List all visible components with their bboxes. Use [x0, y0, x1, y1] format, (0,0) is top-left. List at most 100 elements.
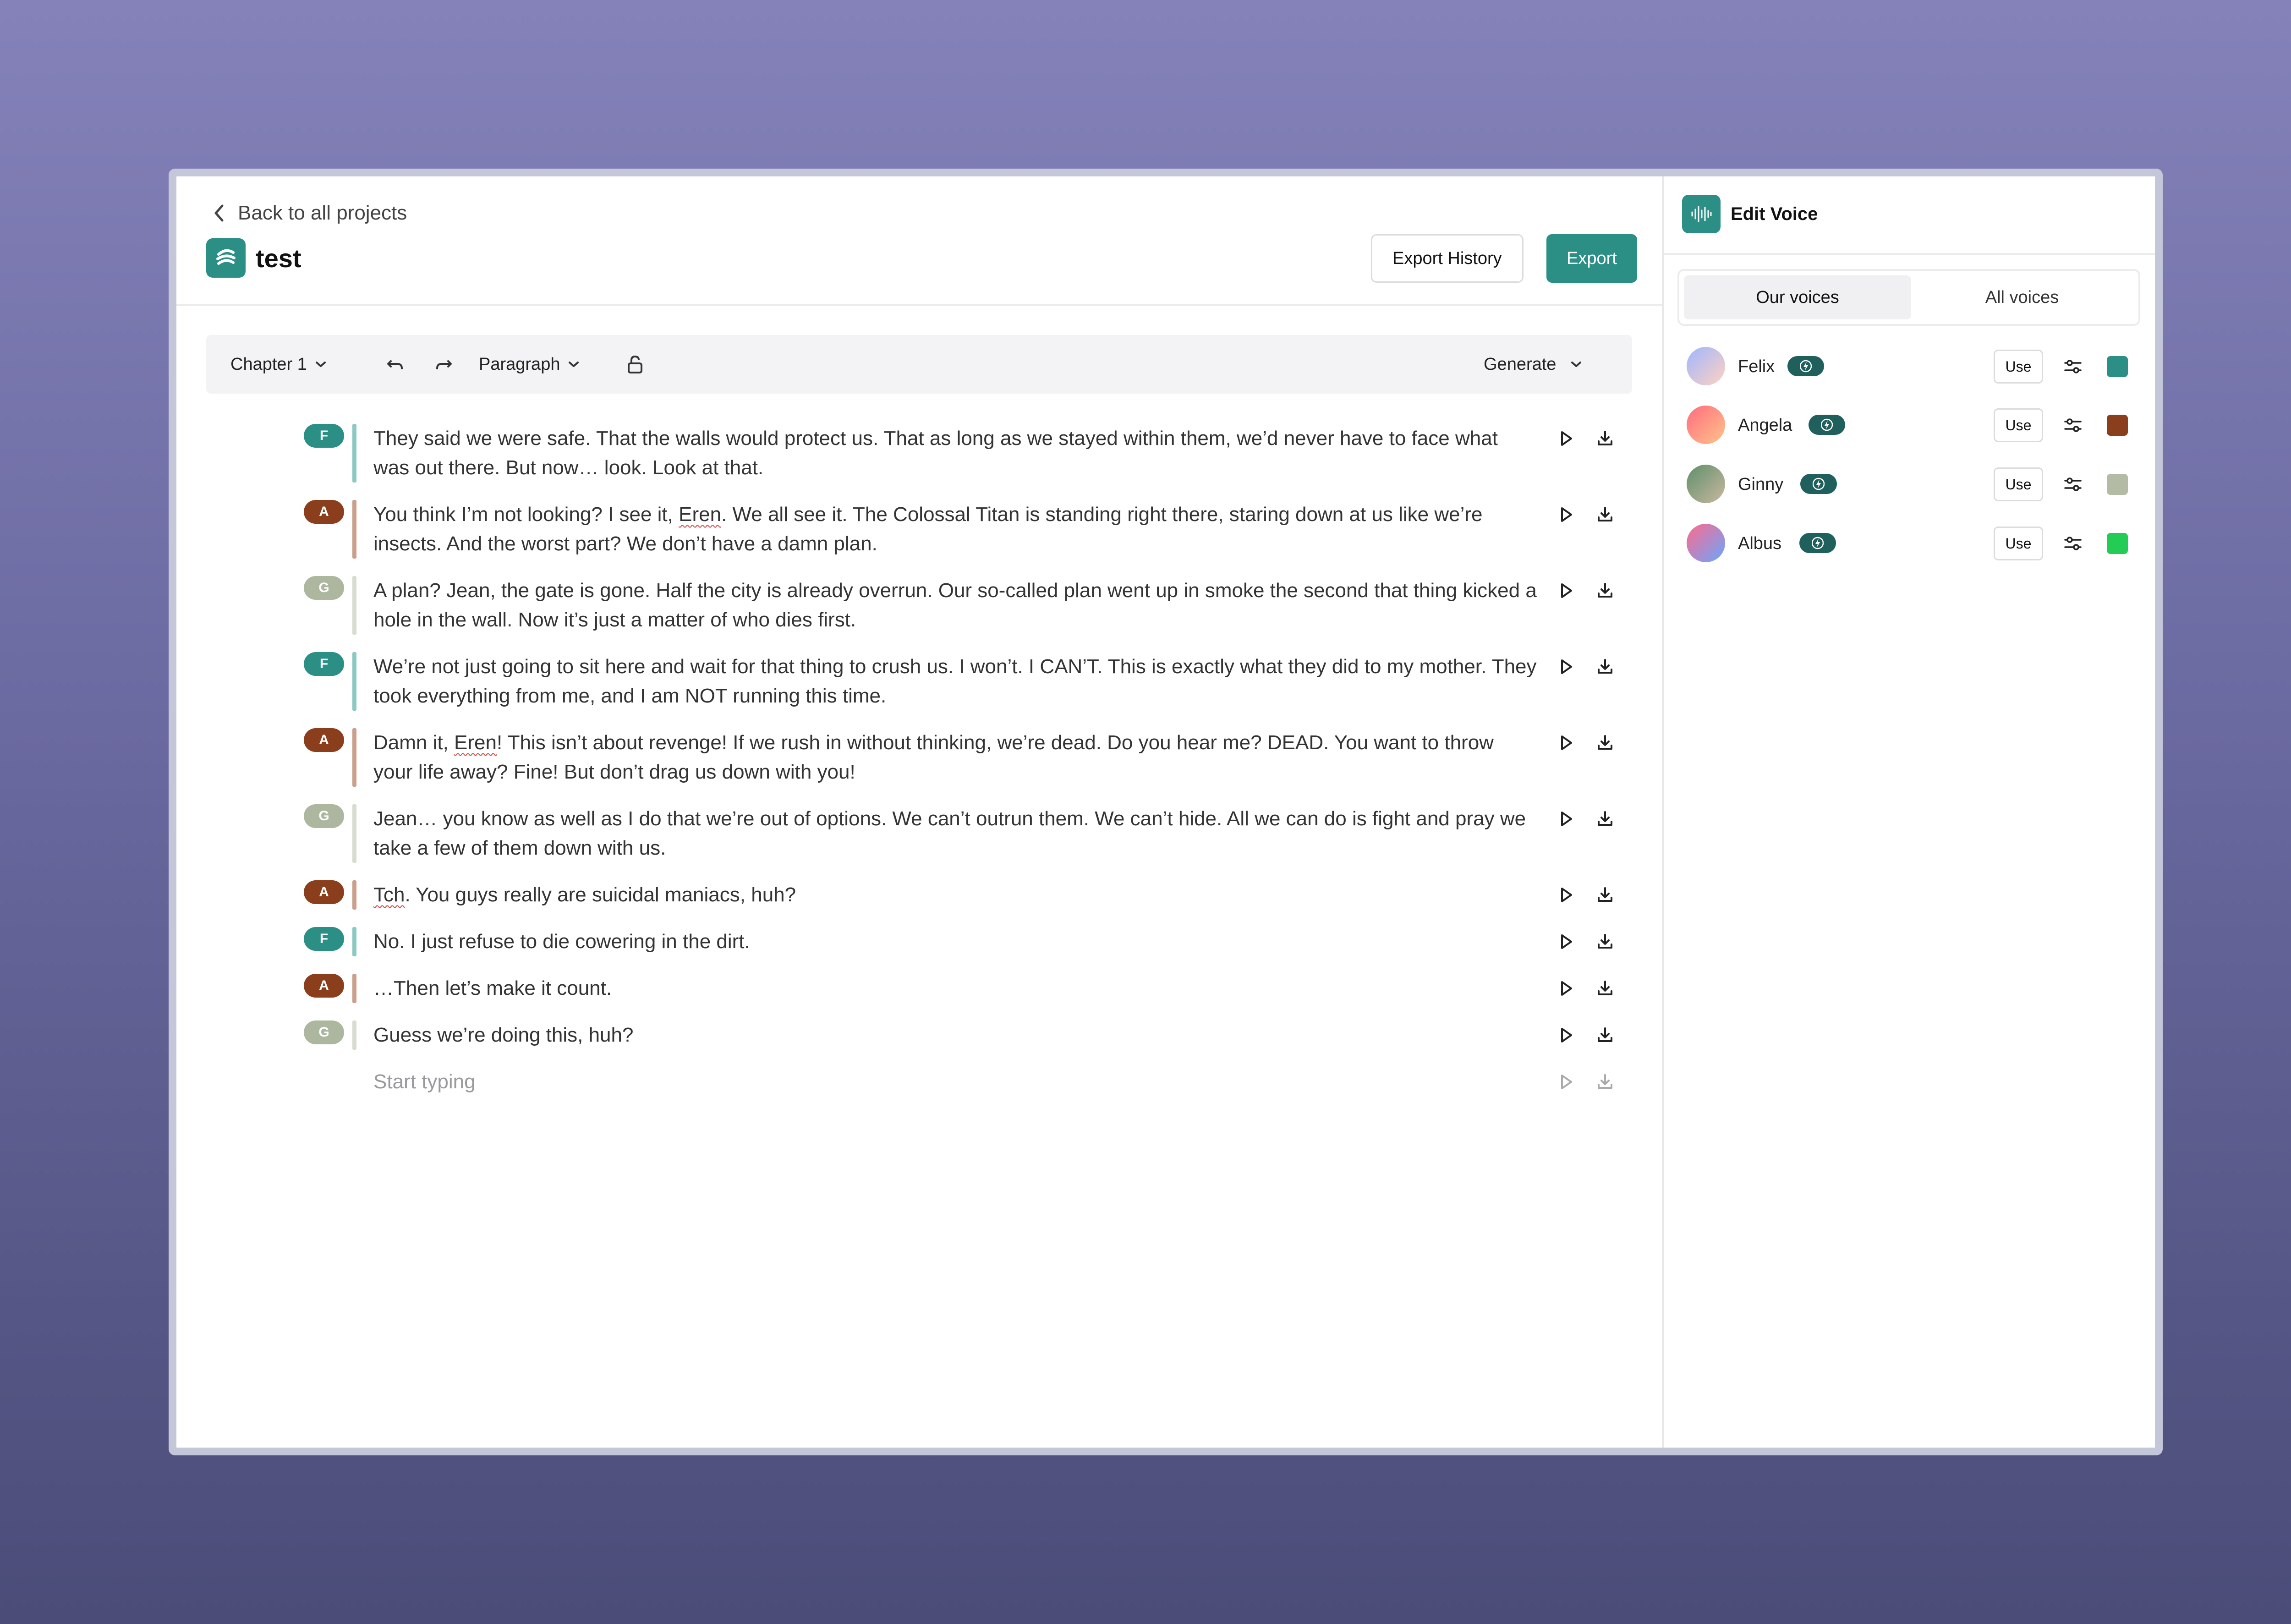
play-button[interactable]: [1553, 806, 1579, 832]
speaker-badge[interactable]: A: [304, 500, 344, 524]
play-button[interactable]: [1553, 426, 1579, 451]
line-text[interactable]: Damn it, Eren! This isn’t about revenge!…: [373, 728, 1537, 787]
panel-title: Edit Voice: [1731, 203, 1818, 224]
line-text[interactable]: We’re not just going to sit here and wai…: [373, 652, 1537, 711]
voice-color-swatch[interactable]: [2107, 474, 2128, 495]
line-text[interactable]: Jean… you know as well as I do that we’r…: [373, 804, 1537, 863]
voice-color-swatch[interactable]: [2107, 533, 2128, 554]
settings-sliders-icon[interactable]: [2062, 356, 2083, 377]
line-text[interactable]: A plan? Jean, the gate is gone. Half the…: [373, 576, 1537, 635]
header-divider: [176, 304, 1662, 306]
script-line[interactable]: G Jean… you know as well as I do that we’…: [176, 804, 1662, 863]
download-button[interactable]: [1592, 502, 1618, 527]
speaker-badge[interactable]: G: [304, 576, 344, 600]
voice-name: Albus: [1738, 533, 1782, 553]
download-button[interactable]: [1592, 976, 1618, 1001]
play-icon: [1561, 735, 1572, 750]
tab-our-voices[interactable]: Our voices: [1684, 275, 1911, 319]
start-typing-placeholder[interactable]: Start typing: [373, 1067, 1537, 1097]
line-text[interactable]: Tch. You guys really are suicidal maniac…: [373, 880, 1537, 910]
app-window: Back to all projects test Export History…: [169, 169, 2163, 1455]
avatar: [1687, 347, 1725, 385]
use-voice-button[interactable]: Use: [1994, 527, 2043, 560]
export-button[interactable]: Export: [1546, 234, 1637, 283]
play-button[interactable]: [1553, 578, 1579, 604]
play-button[interactable]: [1553, 730, 1579, 756]
speaker-badge[interactable]: G: [304, 804, 344, 828]
new-line[interactable]: Start typing: [176, 1067, 1662, 1097]
play-button[interactable]: [1553, 882, 1579, 908]
lock-button[interactable]: [619, 335, 644, 394]
speaker-badge[interactable]: F: [304, 424, 344, 448]
use-voice-button[interactable]: Use: [1994, 350, 2043, 384]
play-button[interactable]: [1553, 929, 1579, 955]
download-button[interactable]: [1592, 578, 1618, 604]
play-icon: [1561, 431, 1572, 446]
download-button[interactable]: [1592, 1022, 1618, 1048]
avatar: [1687, 524, 1725, 562]
download-button[interactable]: [1592, 882, 1618, 908]
download-button[interactable]: [1592, 730, 1618, 756]
speaker-badge[interactable]: A: [304, 880, 344, 904]
tab-all-voices[interactable]: All voices: [1908, 275, 2136, 319]
play-button[interactable]: [1553, 502, 1579, 527]
play-button[interactable]: [1553, 1069, 1579, 1095]
generate-menu[interactable]: Generate: [1484, 335, 1585, 394]
download-icon: [1598, 431, 1612, 445]
line-text[interactable]: Guess we’re doing this, huh?: [373, 1020, 1537, 1050]
download-button[interactable]: [1592, 929, 1618, 955]
use-voice-button[interactable]: Use: [1994, 408, 2043, 442]
script-line[interactable]: G A plan? Jean, the gate is gone. Half th…: [176, 576, 1662, 635]
script-line[interactable]: A Damn it, Eren! This isn’t about revenge…: [176, 728, 1662, 787]
script-line[interactable]: F They said we were safe. That the walls …: [176, 424, 1662, 483]
voice-color-swatch[interactable]: [2107, 415, 2128, 436]
export-history-button[interactable]: Export History: [1371, 234, 1524, 283]
speaker-color-bar: [352, 576, 356, 635]
undo-button[interactable]: [378, 335, 405, 394]
back-to-projects-link[interactable]: Back to all projects: [212, 198, 407, 228]
script-line[interactable]: A …Then let’s make it count.: [176, 974, 1662, 1003]
download-icon: [1598, 583, 1612, 598]
download-button[interactable]: [1592, 654, 1618, 680]
use-voice-button[interactable]: Use: [1994, 467, 2043, 501]
download-button[interactable]: [1592, 1069, 1618, 1095]
line-text[interactable]: You think I’m not looking? I see it, Ere…: [373, 500, 1537, 559]
play-button[interactable]: [1553, 976, 1579, 1001]
line-text[interactable]: No. I just refuse to die cowering in the…: [373, 927, 1537, 956]
play-icon: [1561, 583, 1572, 598]
download-button[interactable]: [1592, 426, 1618, 451]
script-line[interactable]: A Tch. You guys really are suicidal mania…: [176, 880, 1662, 910]
voice-name: Angela: [1738, 415, 1792, 435]
speaker-badge[interactable]: G: [304, 1020, 344, 1044]
settings-sliders-icon[interactable]: [2062, 415, 2083, 436]
play-icon: [1561, 981, 1572, 996]
script-line[interactable]: F No. I just refuse to die cowering in th…: [176, 927, 1662, 956]
voice-color-swatch[interactable]: [2107, 356, 2128, 377]
download-button[interactable]: [1592, 806, 1618, 832]
chapter-select[interactable]: Chapter 1: [230, 335, 327, 394]
speaker-color-bar: [352, 728, 356, 787]
voice-tabs: Our voices All voices: [1677, 269, 2140, 326]
line-text[interactable]: They said we were safe. That the walls w…: [373, 424, 1537, 483]
settings-sliders-icon[interactable]: [2062, 474, 2083, 495]
lightning-icon: [1787, 356, 1824, 376]
speaker-badge[interactable]: F: [304, 927, 344, 951]
download-icon: [1598, 659, 1612, 674]
script-line[interactable]: F We’re not just going to sit here and wa…: [176, 652, 1662, 711]
play-button[interactable]: [1553, 1022, 1579, 1048]
script-line[interactable]: A You think I’m not looking? I see it, Er…: [176, 500, 1662, 559]
script-line[interactable]: G Guess we’re doing this, huh?: [176, 1020, 1662, 1050]
play-button[interactable]: [1553, 654, 1579, 680]
speaker-badge[interactable]: A: [304, 728, 344, 752]
lightning-icon: [1799, 533, 1836, 553]
voice-row: Ginny Use: [1687, 464, 2138, 505]
settings-sliders-icon[interactable]: [2062, 533, 2083, 554]
speaker-badge[interactable]: F: [304, 652, 344, 676]
mode-select[interactable]: Paragraph: [479, 335, 580, 394]
download-icon: [1598, 1074, 1612, 1089]
line-text[interactable]: …Then let’s make it count.: [373, 974, 1537, 1003]
editor-toolbar: Chapter 1 Paragraph Generate: [206, 335, 1632, 394]
redo-button[interactable]: [427, 335, 454, 394]
download-icon: [1598, 811, 1612, 826]
speaker-badge[interactable]: A: [304, 974, 344, 998]
